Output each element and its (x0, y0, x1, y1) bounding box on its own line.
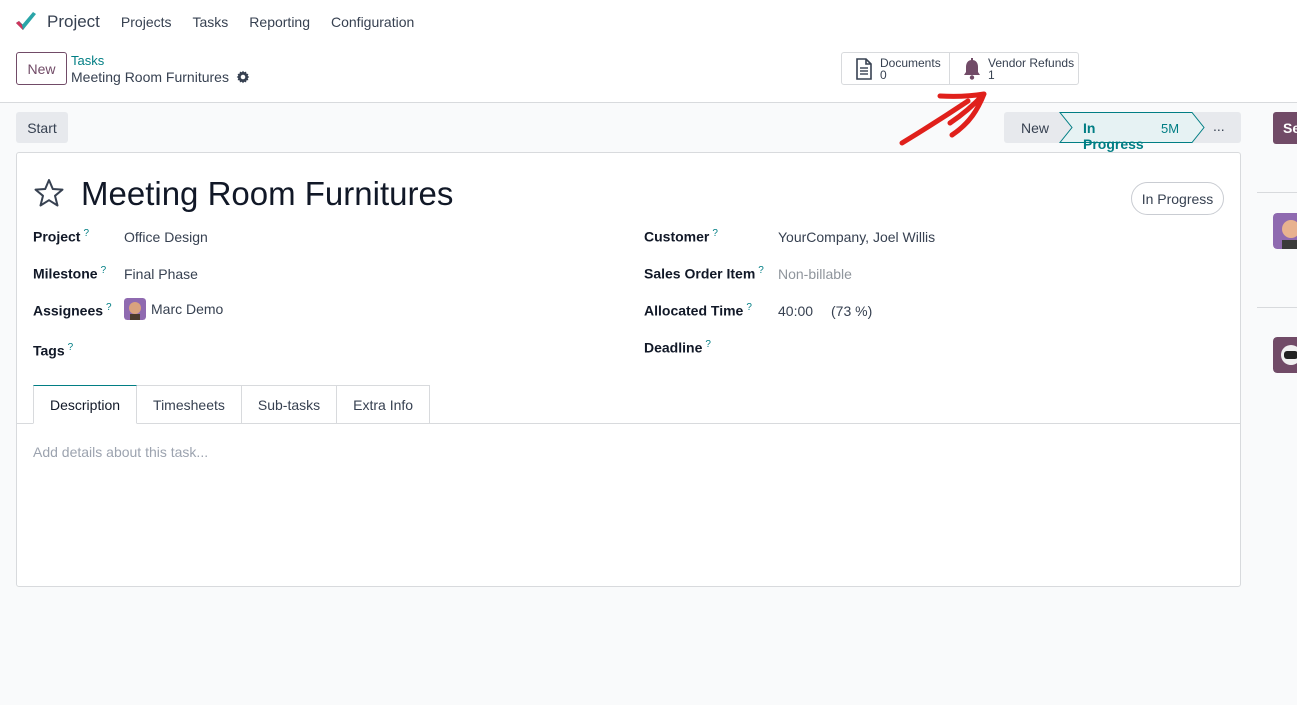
vendor-refunds-smart-button[interactable]: Vendor Refunds 1 (949, 52, 1079, 85)
milestone-field[interactable]: Final Phase (124, 266, 198, 282)
description-editor[interactable]: Add details about this task... (33, 444, 208, 460)
star-icon[interactable] (33, 178, 65, 208)
vendor-refunds-text: Vendor Refunds 1 (988, 57, 1074, 81)
customer-label: Customer? (644, 228, 718, 245)
stage-new[interactable]: New (1021, 120, 1049, 136)
help-icon[interactable]: ? (101, 265, 107, 276)
menu-tasks[interactable]: Tasks (193, 14, 229, 30)
tags-label: Tags? (33, 342, 73, 359)
documents-label: Documents (880, 55, 941, 70)
start-button[interactable]: Start (16, 112, 68, 143)
menu-configuration[interactable]: Configuration (331, 14, 414, 30)
tab-extra-info[interactable]: Extra Info (337, 385, 431, 424)
documents-text: Documents 0 (880, 57, 941, 81)
vendor-refunds-label: Vendor Refunds (988, 55, 1075, 70)
state-badge[interactable]: In Progress (1131, 182, 1224, 215)
task-title[interactable]: Meeting Room Furnitures (81, 175, 453, 213)
stage-more[interactable]: ... (1213, 118, 1225, 134)
red-arrow-annotation (899, 91, 987, 146)
breadcrumb-tasks-link[interactable]: Tasks (71, 53, 250, 68)
document-icon (856, 57, 872, 80)
notebook-tabs: Description Timesheets Sub-tasks Extra I… (33, 385, 431, 424)
chatter-bot-avatar (1273, 337, 1297, 373)
tab-sub-tasks[interactable]: Sub-tasks (241, 385, 338, 424)
menu-projects[interactable]: Projects (121, 14, 172, 30)
app-logo-icon (16, 12, 36, 30)
sales-order-item-field[interactable]: Non-billable (778, 266, 852, 282)
control-panel: New Tasks Meeting Room Furnitures Docume… (0, 44, 1297, 103)
assignees-label: Assignees? (33, 302, 112, 319)
documents-count: 0 (880, 67, 887, 82)
documents-smart-button[interactable]: Documents 0 (841, 52, 950, 85)
breadcrumb-current: Meeting Room Furnitures (71, 69, 250, 85)
chatter-send-button[interactable]: Se (1273, 112, 1297, 144)
help-icon[interactable]: ? (705, 339, 711, 350)
allocated-time-percent: (73 %) (831, 303, 873, 319)
app-brand[interactable]: Project (14, 10, 100, 34)
tags-label-text: Tags (33, 342, 65, 359)
chatter-divider (1257, 192, 1297, 193)
help-icon[interactable]: ? (106, 302, 112, 313)
task-form-sheet: Meeting Room Furnitures In Progress Proj… (16, 152, 1241, 587)
tab-timesheets[interactable]: Timesheets (137, 385, 242, 424)
help-icon[interactable]: ? (83, 228, 89, 239)
gear-icon[interactable] (236, 70, 250, 84)
customer-label-text: Customer (644, 228, 710, 245)
allocated-time-label: Allocated Time? (644, 302, 752, 319)
help-icon[interactable]: ? (758, 265, 764, 276)
deadline-label-text: Deadline (644, 339, 703, 356)
customer-field[interactable]: YourCompany, Joel Willis (778, 229, 935, 245)
deadline-label: Deadline? (644, 339, 711, 356)
breadcrumb-current-label: Meeting Room Furnitures (71, 69, 229, 85)
top-navbar: Project Projects Tasks Reporting Configu… (0, 0, 1297, 44)
milestone-label-text: Milestone (33, 265, 98, 282)
stage-time: 5M (1161, 121, 1180, 136)
project-label: Project? (33, 228, 89, 245)
help-icon[interactable]: ? (68, 342, 74, 353)
assignee-avatar (124, 298, 146, 320)
sales-order-item-label: Sales Order Item? (644, 265, 764, 282)
chatter-divider-2 (1257, 307, 1297, 308)
app-name: Project (47, 12, 100, 31)
breadcrumb: Tasks Meeting Room Furnitures (71, 53, 250, 85)
stage-in-progress[interactable]: In Progress (1083, 120, 1144, 152)
milestone-label: Milestone? (33, 265, 106, 282)
project-field[interactable]: Office Design (124, 229, 208, 245)
assignees-field[interactable]: Marc Demo (124, 298, 223, 320)
assignee-name: Marc Demo (151, 301, 224, 317)
help-icon[interactable]: ? (712, 228, 718, 239)
vendor-refunds-count: 1 (988, 67, 995, 82)
bell-icon (964, 57, 980, 80)
assignees-label-text: Assignees (33, 302, 104, 319)
sales-order-item-label-text: Sales Order Item (644, 265, 756, 282)
allocated-time-field[interactable]: 40:00 (778, 303, 813, 319)
help-icon[interactable]: ? (746, 302, 752, 313)
new-button[interactable]: New (16, 52, 67, 85)
tags-field[interactable] (124, 342, 604, 362)
deadline-field[interactable] (778, 339, 1218, 359)
tab-description[interactable]: Description (33, 385, 138, 424)
chatter-avatar (1273, 213, 1297, 249)
allocated-time-label-text: Allocated Time (644, 302, 744, 319)
menu-reporting[interactable]: Reporting (249, 14, 310, 30)
project-label-text: Project (33, 228, 81, 245)
